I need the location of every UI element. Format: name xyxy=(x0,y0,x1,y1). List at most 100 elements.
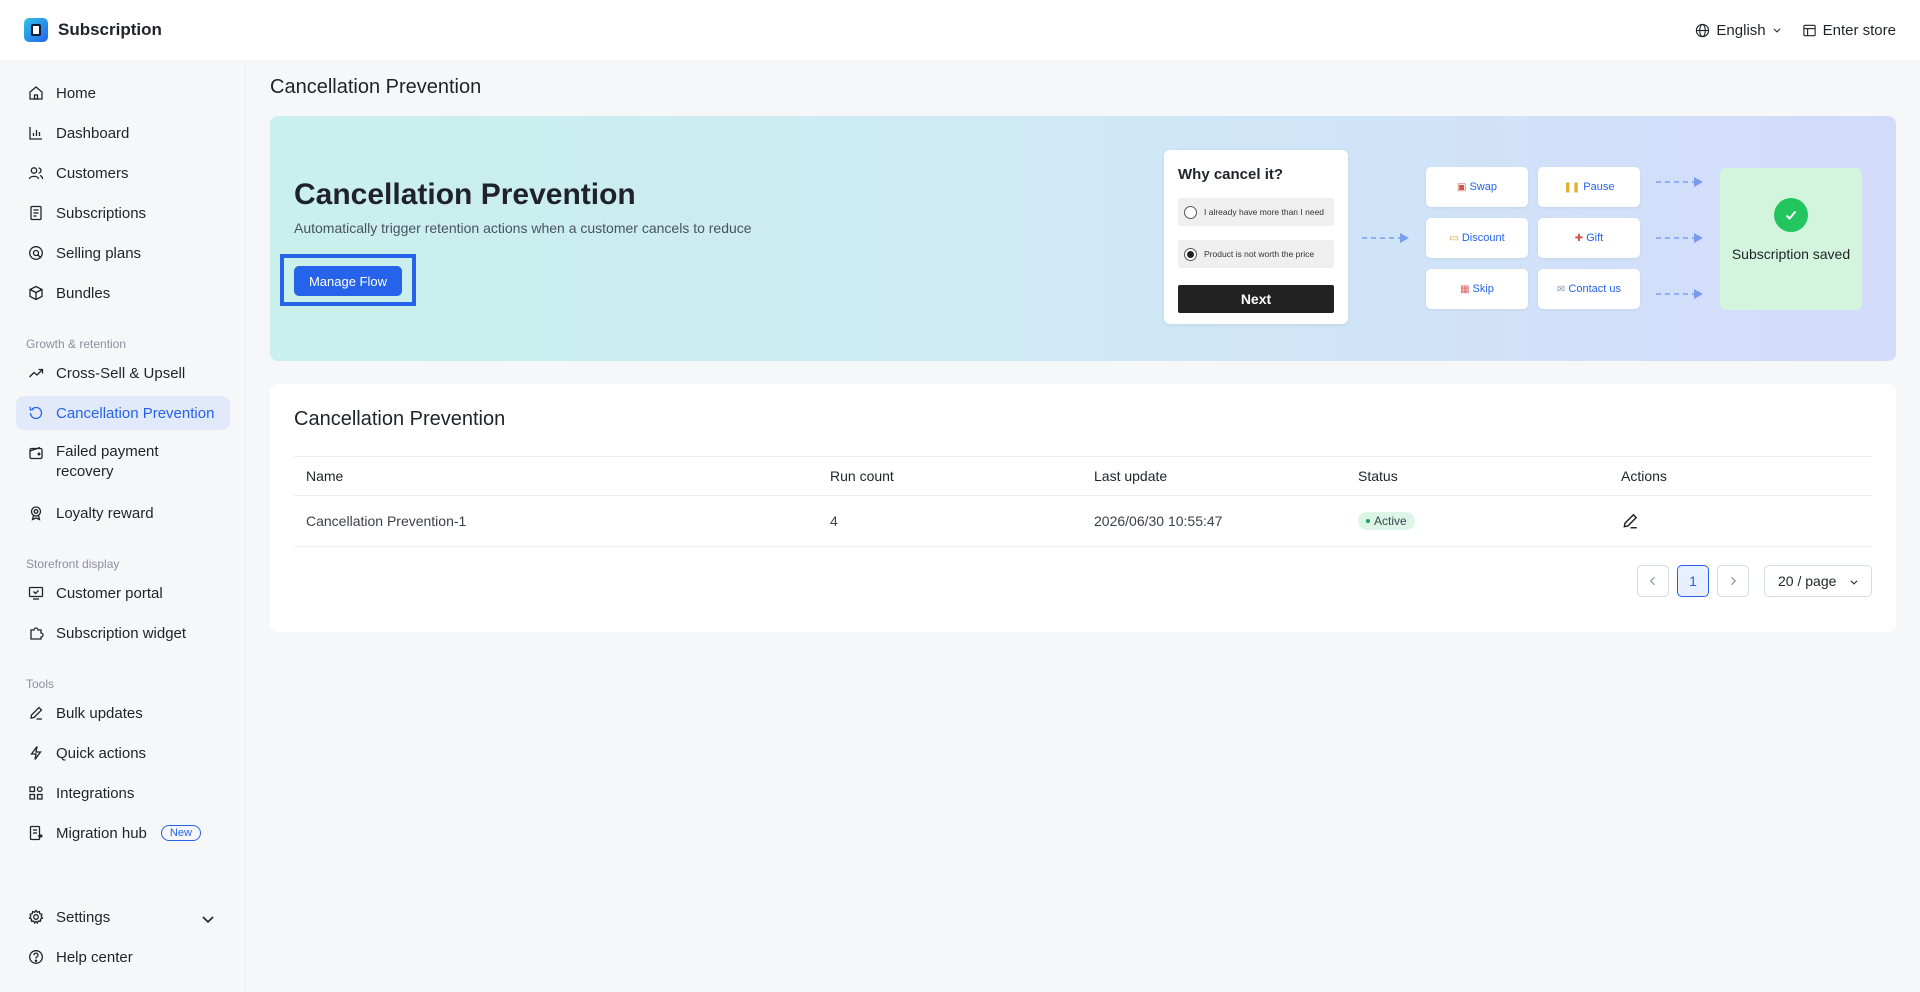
flows-table-card: Cancellation Prevention Name Run count L… xyxy=(270,384,1896,632)
sidebar-item-integrations[interactable]: Integrations xyxy=(16,776,230,810)
arrow-right-icon xyxy=(1656,289,1703,299)
chevron-down-icon xyxy=(1850,580,1858,585)
store-icon xyxy=(1802,24,1816,36)
subscription-saved-card: Subscription saved xyxy=(1720,168,1862,310)
language-label: English xyxy=(1716,21,1766,39)
users-icon xyxy=(28,167,44,180)
sidebar-item-home[interactable]: Home xyxy=(16,76,230,110)
next-page-button[interactable] xyxy=(1717,565,1749,597)
cell-status: Active xyxy=(1358,496,1415,546)
sidebar-item-subscription-widget[interactable]: Subscription widget xyxy=(16,616,230,650)
sidebar-item-selling-plans[interactable]: Selling plans xyxy=(16,236,230,270)
section-title-growth: Growth & retention xyxy=(26,337,127,351)
enter-store-label: Enter store xyxy=(1822,21,1896,39)
sidebar-item-bundles[interactable]: Bundles xyxy=(16,276,230,310)
sidebar-item-customer-portal[interactable]: Customer portal xyxy=(16,576,230,610)
trend-up-icon xyxy=(29,368,44,378)
saved-label: Subscription saved xyxy=(1731,246,1851,262)
chevron-down-icon xyxy=(202,916,214,924)
manage-flow-button[interactable]: Manage Flow xyxy=(294,266,402,296)
sidebar-item-bulk-updates[interactable]: Bulk updates xyxy=(16,696,230,730)
sidebar-item-dashboard[interactable]: Dashboard xyxy=(16,116,230,150)
sidebar-item-quick-actions[interactable]: Quick actions xyxy=(16,736,230,770)
wallet-icon xyxy=(29,446,43,460)
cancel-survey-illustration: Why cancel it? I already have more than … xyxy=(1164,150,1348,324)
table-header: Name Run count Last update Status Action… xyxy=(294,456,1872,496)
enter-store-button[interactable]: Enter store xyxy=(1802,22,1896,39)
sidebar-item-customers[interactable]: Customers xyxy=(16,156,230,190)
app-logo-icon xyxy=(24,18,48,42)
survey-next: Next xyxy=(1178,285,1334,313)
sidebar-item-cross-sell[interactable]: Cross-Sell & Upsell xyxy=(16,356,230,390)
arrow-right-icon xyxy=(1656,177,1703,187)
edit-action-button[interactable] xyxy=(1621,496,1639,546)
calendar-icon: ▦ xyxy=(1460,283,1470,295)
page-number-button[interactable]: 1 xyxy=(1677,565,1709,597)
gift-icon: ✚ xyxy=(1574,232,1584,244)
language-selector[interactable]: English xyxy=(1695,22,1781,39)
home-icon xyxy=(29,86,43,100)
migrate-icon xyxy=(29,825,43,841)
bolt-icon xyxy=(30,746,42,760)
app-title: Subscription xyxy=(58,20,162,39)
status-badge: Active xyxy=(1358,512,1415,530)
pause-icon: ❚❚ xyxy=(1563,181,1581,193)
puzzle-icon xyxy=(30,627,44,640)
survey-option: Product is not worth the price xyxy=(1178,240,1334,268)
help-icon xyxy=(29,950,43,964)
column-header: Last update xyxy=(1094,468,1168,484)
option-contact-us: ✉ Contact us xyxy=(1538,269,1640,309)
column-header: Actions xyxy=(1621,468,1667,484)
survey-title: Why cancel it? xyxy=(1178,166,1284,183)
top-bar: Subscription English Enter store xyxy=(0,0,1920,60)
promo-banner: Cancellation Prevention Automatically tr… xyxy=(270,116,1896,361)
section-title-tools: Tools xyxy=(26,677,55,691)
banner-title: Cancellation Prevention xyxy=(294,178,636,211)
sidebar-item-loyalty-reward[interactable]: Loyalty reward xyxy=(16,496,230,530)
gift-bag-icon: ▣ xyxy=(1457,181,1467,193)
cell-run-count: 4 xyxy=(830,513,838,529)
radio-icon xyxy=(1184,205,1197,219)
new-badge: New xyxy=(160,825,201,841)
globe-icon xyxy=(1696,23,1710,37)
cell-last-update: 2026/06/30 10:55:47 xyxy=(1094,513,1223,529)
sidebar-item-help-center[interactable]: Help center xyxy=(16,940,230,974)
chevron-left-icon xyxy=(1649,576,1655,586)
sidebar-item-subscriptions[interactable]: Subscriptions xyxy=(16,196,230,230)
manage-flow-highlight: Manage Flow xyxy=(280,254,416,306)
coupon-icon: ▭ xyxy=(1449,232,1459,244)
arrow-right-icon xyxy=(1362,233,1409,243)
sidebar-item-failed-payment[interactable]: Failed payment recovery xyxy=(16,436,230,482)
chart-icon xyxy=(29,127,42,140)
survey-option: I already have more than I need xyxy=(1178,198,1334,226)
flows-table: Name Run count Last update Status Action… xyxy=(294,456,1872,547)
cell-name: Cancellation Prevention-1 xyxy=(306,513,467,529)
option-discount: ▭ Discount xyxy=(1426,218,1528,258)
monitor-icon xyxy=(28,586,44,600)
gear-icon xyxy=(28,909,44,925)
sidebar: Home Dashboard Customers Subscriptions S… xyxy=(0,60,246,992)
option-skip: ▦ Skip xyxy=(1426,269,1528,309)
edit-icon xyxy=(30,706,43,720)
column-header: Name xyxy=(306,468,344,484)
prev-page-button[interactable] xyxy=(1637,565,1669,597)
award-icon xyxy=(30,506,42,521)
box-icon xyxy=(29,285,43,301)
arrow-right-icon xyxy=(1656,233,1703,243)
page-size-select[interactable]: 20 / page xyxy=(1764,565,1872,597)
column-header: Run count xyxy=(830,468,894,484)
table-title: Cancellation Prevention xyxy=(294,408,506,430)
sidebar-item-cancellation-prevention[interactable]: Cancellation Prevention xyxy=(16,396,230,430)
chevron-down-icon xyxy=(1773,28,1781,33)
check-circle-icon xyxy=(1774,198,1808,232)
page-title: Cancellation Prevention xyxy=(270,76,482,98)
chevron-right-icon xyxy=(1731,576,1737,586)
section-title-storefront: Storefront display xyxy=(26,557,120,571)
banner-subtitle: Automatically trigger retention actions … xyxy=(294,220,752,236)
sidebar-item-settings[interactable]: Settings xyxy=(16,900,230,934)
mail-icon: ✉ xyxy=(1557,283,1566,295)
tag-icon xyxy=(29,246,43,260)
edit-icon xyxy=(1623,513,1638,529)
sidebar-item-migration-hub[interactable]: Migration hub New xyxy=(16,816,230,850)
refresh-icon xyxy=(29,406,43,420)
